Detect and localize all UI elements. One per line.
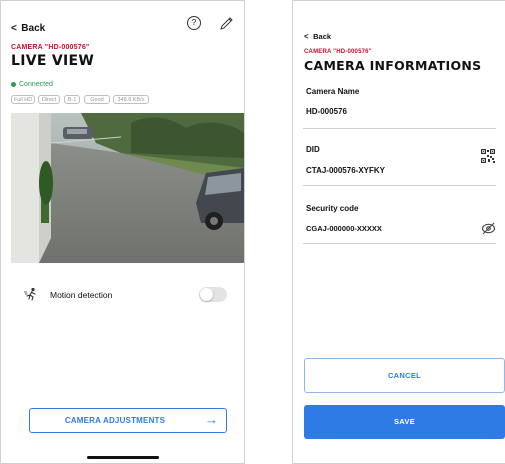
home-indicator (87, 456, 159, 459)
page-title: LIVE VIEW (11, 53, 95, 69)
cancel-button[interactable]: CANCEL (304, 358, 505, 393)
connection-status: Connected (11, 81, 53, 88)
back-label: Back (21, 23, 46, 34)
motion-detection-toggle[interactable] (199, 287, 227, 302)
toggle-knob (200, 288, 213, 301)
camera-video-feed[interactable] (11, 113, 244, 263)
chip-quality: Good (84, 95, 110, 104)
status-dot-icon (11, 82, 16, 87)
camera-name-info: CAMERA "HD-000576" (304, 49, 372, 55)
divider (303, 185, 496, 186)
chip-bitrate: 348.8 KB/s (113, 95, 149, 104)
security-code-field-label: Security code (306, 204, 359, 213)
camera-adjustments-label: CAMERA ADJUSTMENTS (64, 416, 166, 425)
did-field-value[interactable]: CTAJ-000576-XYFKY (306, 166, 385, 175)
chip-connection: Direct (38, 95, 60, 104)
chevron-left-icon: < (304, 32, 309, 41)
status-text: Connected (19, 81, 53, 88)
qr-code-icon[interactable] (481, 149, 495, 163)
back-button[interactable]: < Back (11, 18, 45, 36)
divider (303, 243, 496, 244)
motion-icon (24, 287, 36, 301)
eye-slash-icon[interactable] (481, 222, 496, 235)
camera-name: CAMERA "HD-000576" (11, 44, 90, 51)
live-view-screen: < Back ? CAMERA "HD-000576" LIVE VIEW Co… (0, 0, 245, 464)
save-label: SAVE (393, 417, 416, 426)
help-icon[interactable]: ? (187, 16, 201, 30)
divider (303, 128, 496, 129)
security-code-field-value[interactable]: CGAJ-000000-XXXXX (306, 224, 382, 233)
back-label-info: Back (313, 32, 332, 41)
chip-channel: B-1 (64, 95, 80, 104)
chip-resolution: Full HD (11, 95, 35, 104)
pencil-icon[interactable] (219, 16, 234, 31)
camera-adjustments-button[interactable]: CAMERA ADJUSTMENTS → (29, 408, 227, 433)
chevron-left-icon: < (11, 23, 17, 34)
did-field-label: DID (306, 145, 320, 154)
motion-detection-label: Motion detection (50, 290, 113, 300)
cancel-label: CANCEL (387, 371, 422, 380)
back-button-info[interactable]: < Back (304, 26, 331, 44)
camera-name-field-value[interactable]: HD-000576 (306, 107, 347, 116)
camera-snapshot (11, 113, 244, 263)
save-button[interactable]: SAVE (304, 405, 505, 439)
camera-info-screen: < Back CAMERA "HD-000576" CAMERA INFORMA… (292, 0, 505, 464)
arrow-right-icon: → (205, 412, 218, 427)
camera-name-field-label: Camera Name (306, 87, 360, 96)
page-title-info: CAMERA INFORMATIONS (304, 58, 482, 73)
